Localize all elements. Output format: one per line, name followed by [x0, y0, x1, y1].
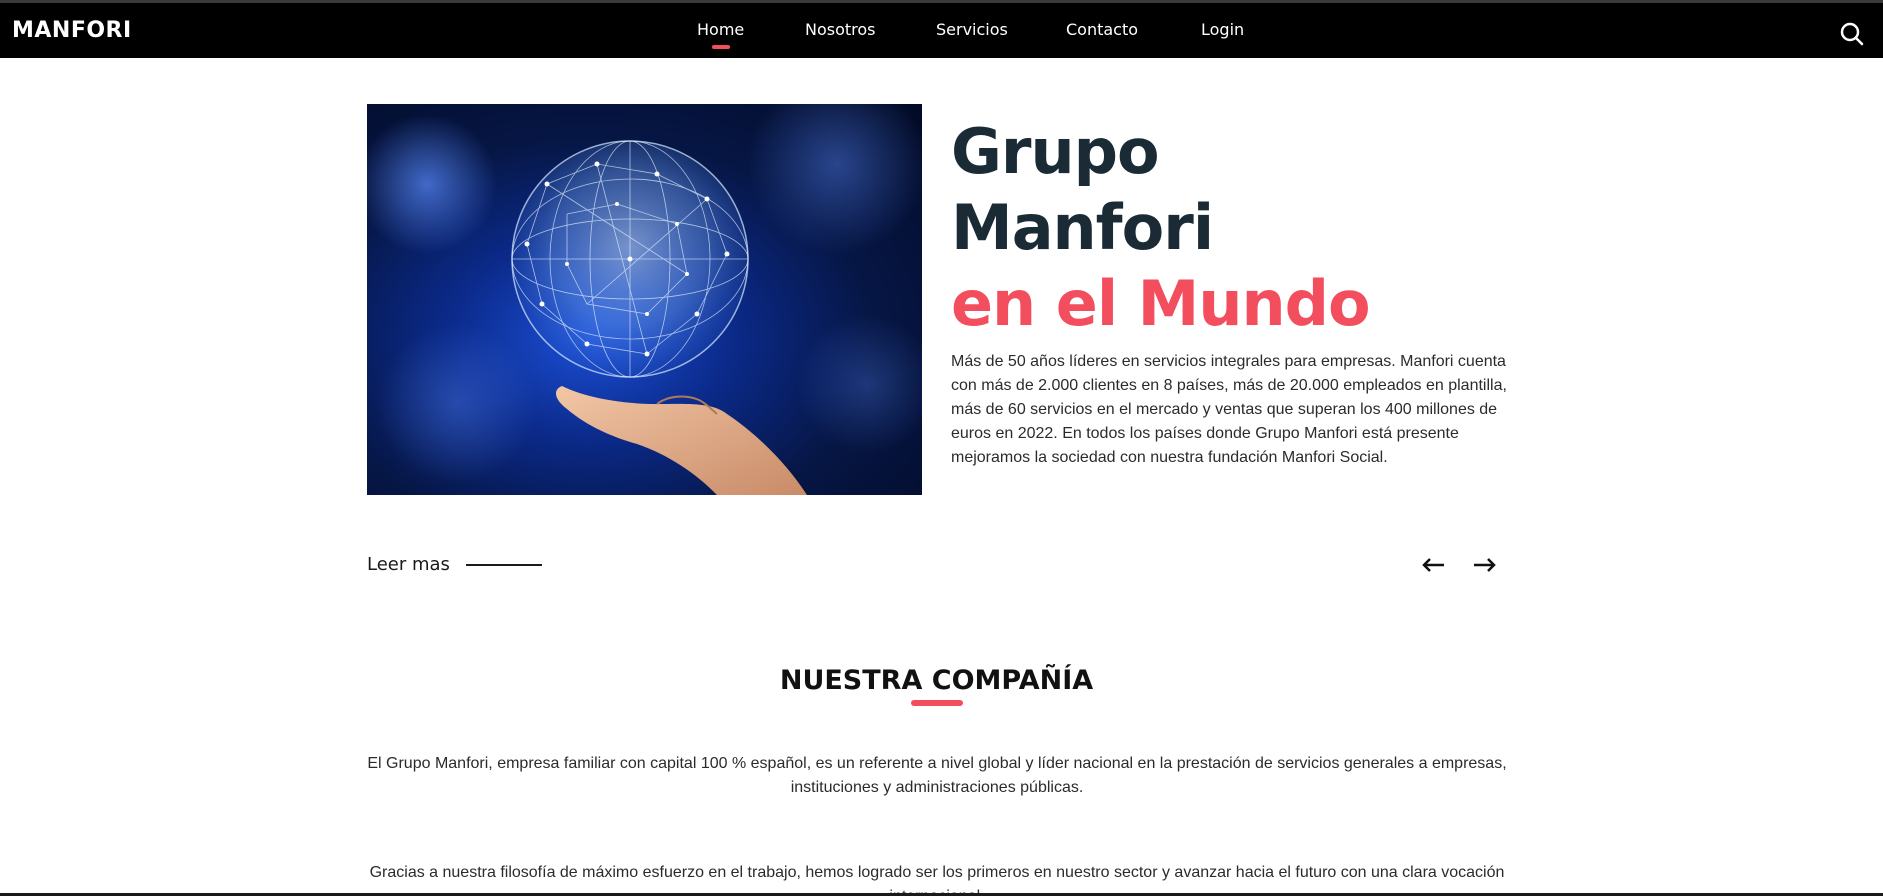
read-more-link[interactable]: Leer mas: [367, 554, 542, 575]
section-title: NUESTRA COMPAÑÍA: [779, 665, 1094, 696]
nav-link-home[interactable]: Home: [697, 20, 744, 39]
read-more-label: Leer mas: [367, 554, 450, 575]
read-more-line: [465, 563, 542, 566]
search-icon[interactable]: [1839, 21, 1865, 47]
nav-link-nosotros[interactable]: Nosotros: [805, 20, 876, 39]
title-underline: [911, 700, 963, 706]
hero-description: Más de 50 años líderes en servicios inte…: [951, 353, 1507, 466]
globe-network-hand-image: [367, 104, 922, 495]
top-navbar: MANFORI Home Nosotros Servicios Contacto…: [0, 0, 1883, 58]
arrow-left-icon[interactable]: [1418, 553, 1450, 577]
hero-title-line-1: Grupo: [951, 115, 1160, 188]
nav-link-contacto[interactable]: Contacto: [1066, 20, 1138, 39]
nav-link-login[interactable]: Login: [1201, 20, 1244, 39]
hero-title-line-2: Manfori: [951, 191, 1214, 264]
hero-title: Grupo Manfori en el Mundo: [951, 114, 1511, 342]
company-paragraph-1: El Grupo Manfori, empresa familiar con c…: [367, 755, 1507, 796]
slider-controls: [1418, 553, 1500, 577]
nav-menu: Home Nosotros Servicios Contacto Login: [0, 3, 1883, 61]
arrow-right-icon[interactable]: [1468, 553, 1500, 577]
company-paragraph-2: Gracias a nuestra filosofía de máximo es…: [369, 864, 1505, 896]
nav-link-servicios[interactable]: Servicios: [936, 20, 1008, 39]
hero-title-accent: en el Mundo: [951, 267, 1371, 340]
